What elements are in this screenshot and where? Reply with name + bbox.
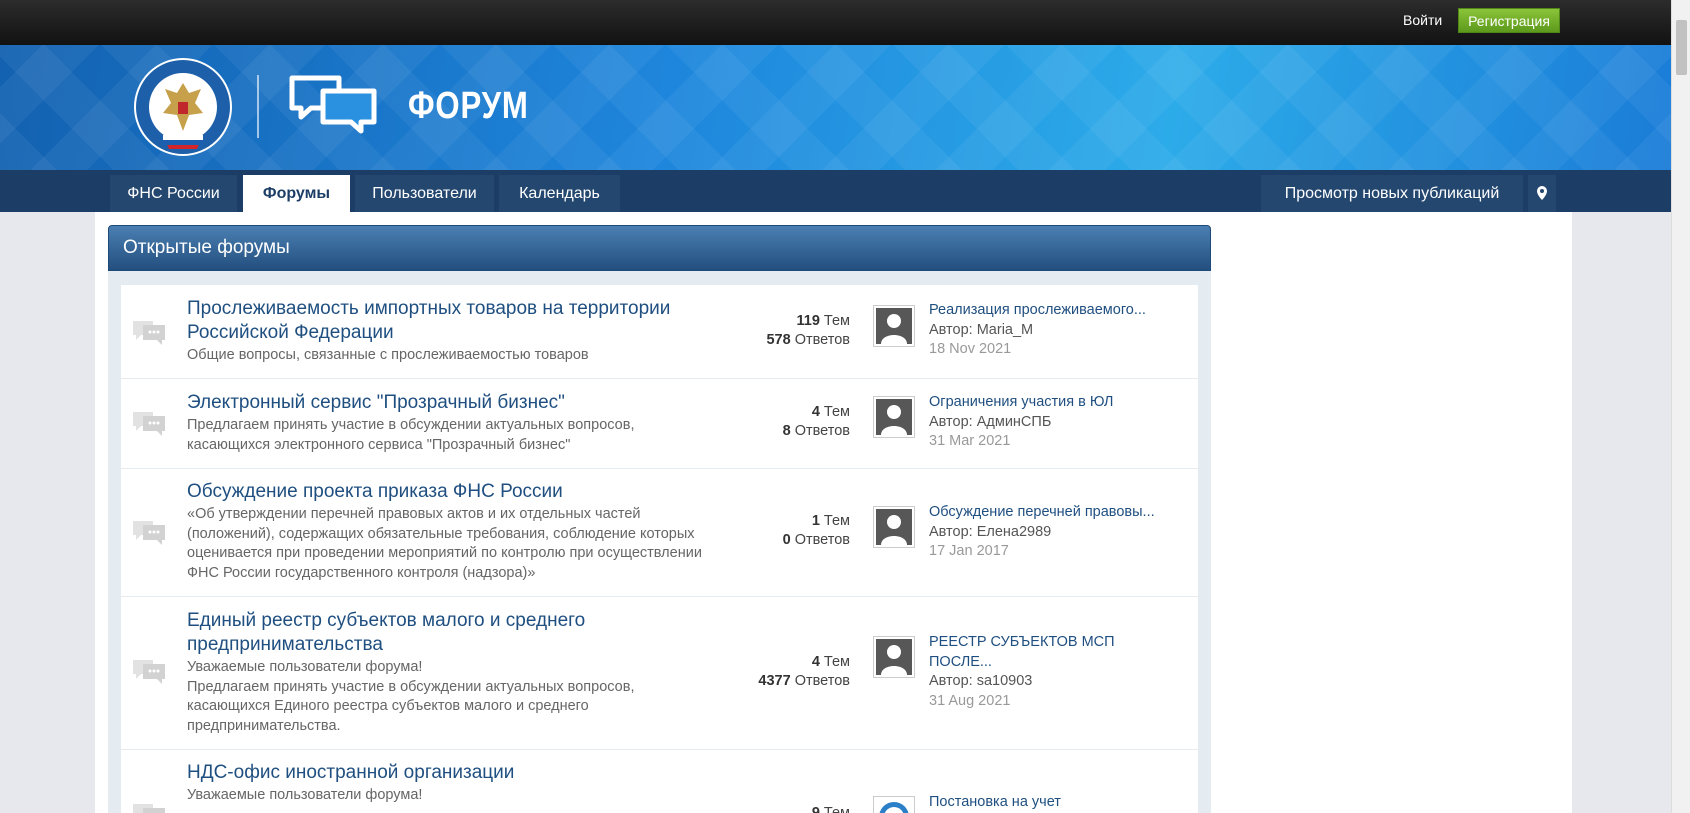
last-post-title[interactable]: Реализация прослеживаемого... <box>929 301 1169 321</box>
topics-count: 119 <box>796 313 820 329</box>
register-button[interactable]: Регистрация <box>1458 8 1560 33</box>
forum-description: Уважаемые пользователи форума! Предлагае… <box>187 659 635 734</box>
tab-forums[interactable]: Форумы <box>243 175 350 212</box>
scrollbar-thumb[interactable] <box>1676 20 1687 75</box>
last-post: Обсуждение перечней правовы... Автор: Ел… <box>929 503 1169 562</box>
last-post-title[interactable]: РЕЕСТР СУБЪЕКТОВ МСП ПОСЛЕ... <box>929 633 1129 672</box>
replies-label: Ответов <box>794 423 850 439</box>
forum-status-icon <box>133 412 165 436</box>
last-post: Постановка на учет <box>929 793 1169 813</box>
forum-stats: 1 Тем 0 Ответов <box>783 512 850 550</box>
new-posts-link[interactable]: Просмотр новых публикаций <box>1261 175 1523 212</box>
topics-count: 9 <box>811 805 820 813</box>
avatar[interactable] <box>873 796 915 813</box>
header-divider <box>257 75 259 138</box>
category-title: Открытые форумы <box>123 237 290 258</box>
forum-row: Обсуждение проекта приказа ФНС России «О… <box>121 469 1198 597</box>
forum-description: Предлагаем принять участие в обсуждении … <box>187 417 635 453</box>
topics-count: 4 <box>811 654 820 670</box>
site-header: ФОРУМ <box>0 45 1671 170</box>
forum-row: Прослеживаемость импортных товаров на те… <box>121 285 1198 379</box>
replies-count: 8 <box>782 423 791 439</box>
top-bar: Войти Регистрация <box>0 0 1671 45</box>
last-post-author[interactable]: Автор: Maria_M <box>929 321 1169 341</box>
last-post-author[interactable]: Автор: АдминСПБ <box>929 413 1169 433</box>
last-post-author[interactable]: Автор: Елена2989 <box>929 523 1169 543</box>
forum-title: ФОРУМ <box>408 85 529 127</box>
topics-label: Тем <box>823 313 850 329</box>
forum-description: «Об утверждении перечней правовых актов … <box>187 506 702 581</box>
forum-stats: 4 Тем 8 Ответов <box>783 403 850 441</box>
forum-description: Общие вопросы, связанные с прослеживаемо… <box>187 347 589 363</box>
last-post-date: 31 Aug 2021 <box>929 692 1011 709</box>
last-post: РЕЕСТР СУБЪЕКТОВ МСП ПОСЛЕ... Автор: sa1… <box>929 633 1129 711</box>
page-scrollbar[interactable] <box>1671 0 1690 813</box>
forum-row: Электронный сервис "Прозрачный бизнес" П… <box>121 379 1198 469</box>
forum-row: Единый реестр субъектов малого и среднег… <box>121 597 1198 750</box>
replies-label: Ответов <box>794 332 850 348</box>
replies-count: 4377 <box>758 673 791 689</box>
avatar[interactable] <box>873 506 915 548</box>
replies-count: 578 <box>766 332 791 348</box>
forum-title-link[interactable]: Обсуждение проекта приказа ФНС России <box>187 480 707 504</box>
chat-bubbles-icon <box>289 75 377 134</box>
forum-description: Уважаемые пользователи форума! <box>187 787 423 803</box>
avatar[interactable] <box>873 396 915 438</box>
last-post-date: 18 Nov 2021 <box>929 341 1012 357</box>
last-post: Реализация прослеживаемого... Автор: Mar… <box>929 301 1169 360</box>
topics-label: Тем <box>823 805 850 813</box>
fns-emblem-logo[interactable] <box>133 57 233 157</box>
forum-status-icon <box>133 804 165 813</box>
tab-fns-russia[interactable]: ФНС России <box>110 175 237 212</box>
replies-count: 0 <box>782 532 791 548</box>
tab-users[interactable]: Пользователи <box>355 175 494 212</box>
avatar[interactable] <box>873 636 915 678</box>
forum-stats: 4 Тем 4377 Ответов <box>758 653 850 691</box>
location-pin-icon[interactable] <box>1528 175 1556 212</box>
last-post-title[interactable]: Ограничения участия в ЮЛ <box>929 393 1169 413</box>
forum-title-link[interactable]: Единый реестр субъектов малого и среднег… <box>187 609 707 657</box>
replies-label: Ответов <box>794 532 850 548</box>
replies-label: Ответов <box>794 673 850 689</box>
login-link[interactable]: Войти <box>1403 12 1442 28</box>
forum-row: НДС-офис иностранной организации Уважаем… <box>121 750 1198 813</box>
last-post-date: 31 Mar 2021 <box>929 433 1011 449</box>
forum-status-icon <box>133 660 165 684</box>
topics-label: Тем <box>823 513 850 529</box>
forum-status-icon <box>133 521 165 545</box>
topics-count: 4 <box>811 404 820 420</box>
main-nav: ФНС России Форумы Пользователи Календарь… <box>0 170 1671 212</box>
avatar[interactable] <box>873 305 915 347</box>
forum-title-link[interactable]: НДС-офис иностранной организации <box>187 761 707 785</box>
last-post-date: 17 Jan 2017 <box>929 543 1009 559</box>
last-post-title[interactable]: Обсуждение перечней правовы... <box>929 503 1169 523</box>
topics-label: Тем <box>823 404 850 420</box>
forum-stats: 9 Тем <box>812 804 850 813</box>
last-post: Ограничения участия в ЮЛ Автор: АдминСПБ… <box>929 393 1169 452</box>
forum-title-link[interactable]: Электронный сервис "Прозрачный бизнес" <box>187 391 707 415</box>
tab-calendar[interactable]: Календарь <box>499 175 620 212</box>
topics-label: Тем <box>823 654 850 670</box>
forum-status-icon <box>133 321 165 345</box>
forum-title-link[interactable]: Прослеживаемость импортных товаров на те… <box>187 297 707 345</box>
last-post-title[interactable]: Постановка на учет <box>929 793 1169 813</box>
topics-count: 1 <box>811 513 820 529</box>
forum-stats: 119 Тем 578 Ответов <box>766 312 850 350</box>
category-header[interactable]: Открытые форумы <box>108 225 1211 271</box>
last-post-author[interactable]: Автор: sa10903 <box>929 672 1129 692</box>
